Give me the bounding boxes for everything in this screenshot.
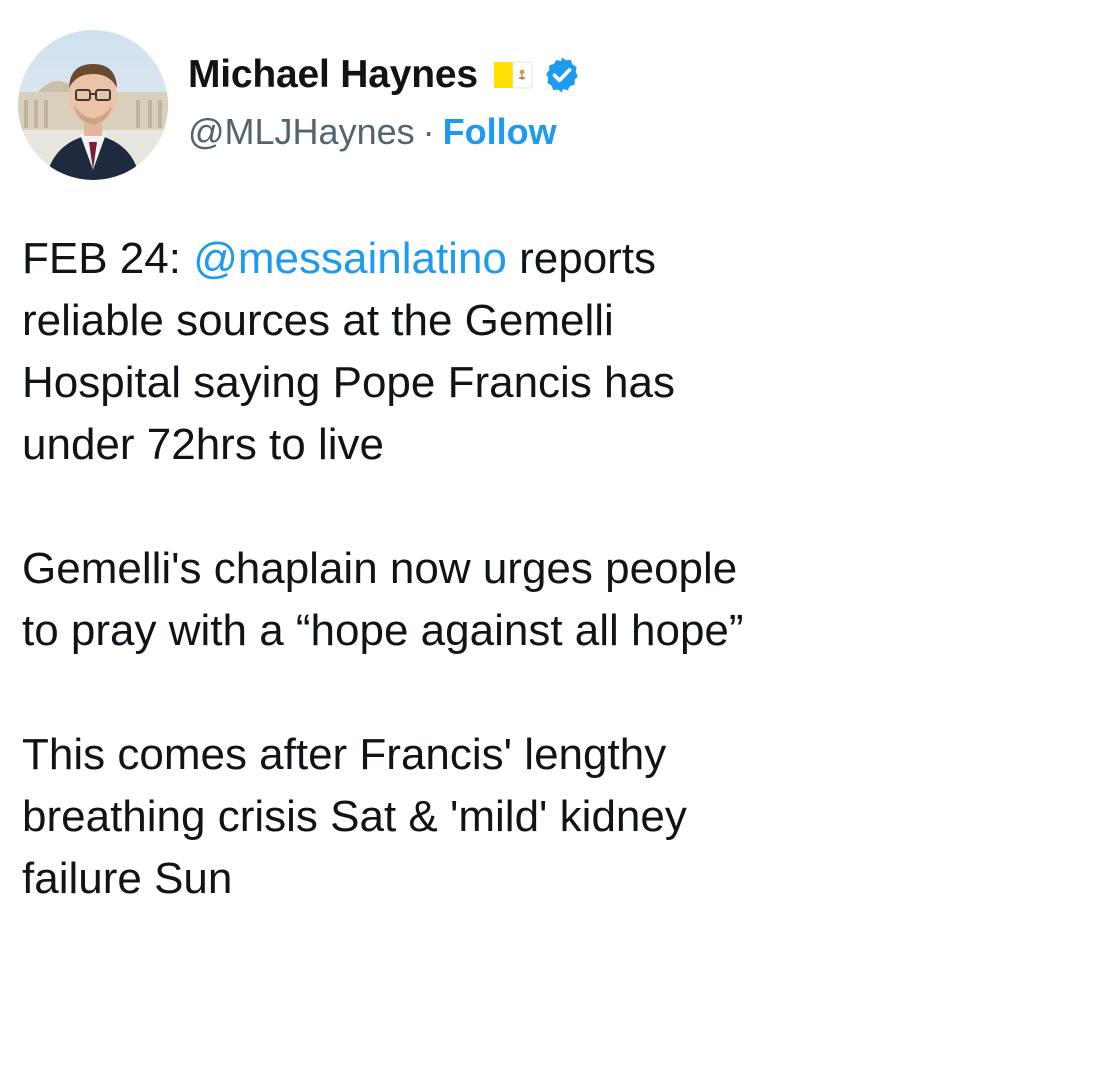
follow-button[interactable]: Follow: [443, 111, 557, 153]
tweet-paragraph-3: This comes after Francis' lengthy breath…: [22, 724, 1082, 910]
verified-badge-icon: [542, 55, 582, 95]
text-line: under 72hrs to live: [22, 420, 384, 469]
text-line: Gemelli's chaplain now urges people: [22, 544, 738, 593]
tweet-text: FEB 24: @messainlatino reports reliable …: [22, 228, 1082, 972]
text-line: failure Sun: [22, 854, 233, 903]
text-line: Hospital saying Pope Francis has: [22, 358, 675, 407]
text-line: FEB 24: @messainlatino reports: [22, 228, 1082, 290]
tweet-card: Michael Haynes @MLJHaynes · Follow FEB 2…: [0, 0, 1101, 1090]
text-line: This comes after Francis' lengthy: [22, 730, 667, 779]
author-handle[interactable]: @MLJHaynes: [188, 111, 415, 153]
text-fragment: FEB 24:: [22, 234, 194, 283]
text-line: breathing crisis Sat & 'mild' kidney: [22, 792, 687, 841]
text-fragment: reports: [506, 234, 657, 283]
author-identity: Michael Haynes @MLJHaynes · Follow: [188, 52, 582, 154]
mention-link[interactable]: @messainlatino: [193, 234, 507, 283]
vatican-flag-icon: [492, 60, 534, 90]
author-display-name[interactable]: Michael Haynes: [188, 53, 478, 97]
tweet-paragraph-1: FEB 24: @messainlatino reports reliable …: [22, 228, 1082, 476]
name-row: Michael Haynes: [188, 52, 582, 98]
handle-row: @MLJHaynes · Follow: [188, 110, 582, 154]
tweet-paragraph-2: Gemelli's chaplain now urges people to p…: [22, 538, 1082, 662]
tweet-header: Michael Haynes @MLJHaynes · Follow: [18, 30, 582, 190]
avatar[interactable]: [18, 30, 168, 180]
separator-dot: ·: [422, 111, 435, 152]
text-line: reliable sources at the Gemelli: [22, 296, 614, 345]
text-line: to pray with a “hope against all hope”: [22, 606, 744, 655]
